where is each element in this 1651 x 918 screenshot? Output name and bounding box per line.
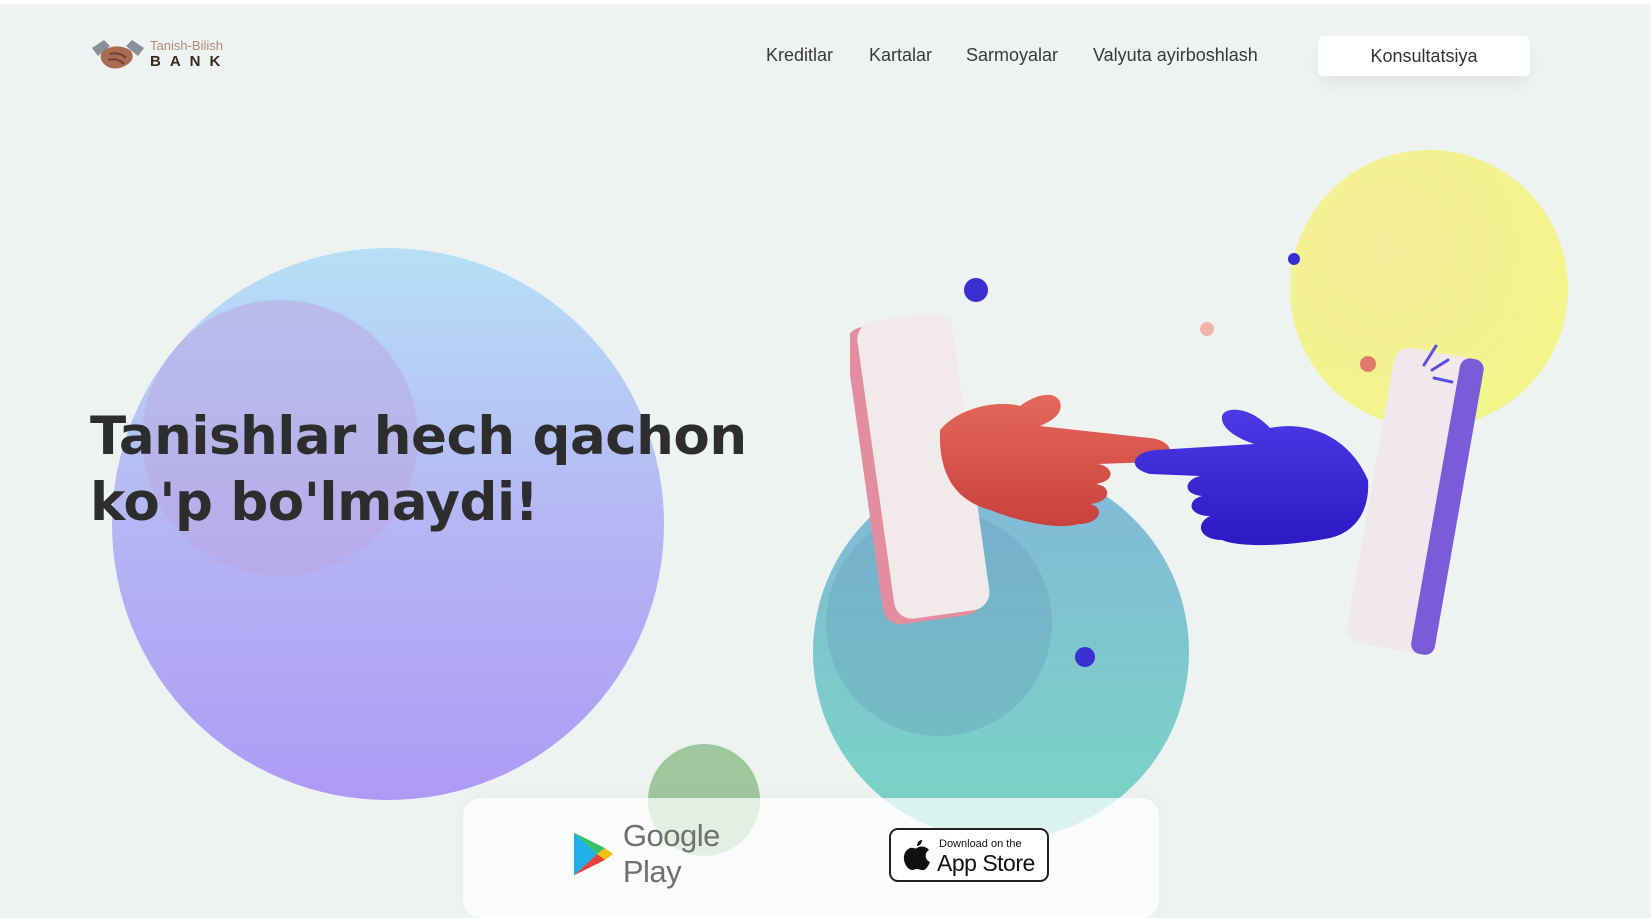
app-store-label: App Store (937, 850, 1035, 876)
app-store-button[interactable]: Download on the App Store (889, 828, 1049, 882)
hero-headline: Tanishlar hech qachon ko'p bo'lmaydi! (90, 404, 850, 536)
decor-dot (964, 278, 988, 302)
hands-phones-illustration (850, 312, 1484, 655)
google-play-label: Google Play (622, 818, 720, 889)
google-play-button[interactable]: Google Play (572, 818, 782, 889)
hero-headline-line1: Tanishlar hech qachon (90, 406, 747, 467)
nav-item-kartalar[interactable]: Kartalar (869, 45, 932, 66)
consultation-button[interactable]: Konsultatsiya (1318, 36, 1530, 76)
nav-item-kreditlar[interactable]: Kreditlar (766, 45, 833, 66)
brand-tagline: Tanish-Bilish (150, 38, 223, 53)
blue-hand (1134, 409, 1369, 546)
app-store-bar (463, 798, 1159, 918)
brand-logo[interactable]: Tanish-Bilish BANK (90, 34, 250, 74)
handshake-logo-icon (92, 40, 144, 69)
nav-item-sarmoyalar[interactable]: Sarmoyalar (966, 45, 1058, 66)
decor-dot (1288, 253, 1300, 265)
nav-item-valyuta[interactable]: Valyuta ayirboshlash (1093, 45, 1258, 66)
google-play-icon (573, 832, 613, 876)
brand-name: BANK (150, 53, 230, 70)
hero-headline-line2: ko'p bo'lmaydi! (90, 472, 539, 533)
apple-icon (903, 840, 930, 871)
app-store-small-label: Download on the (939, 838, 1022, 850)
top-edge (0, 0, 1651, 4)
